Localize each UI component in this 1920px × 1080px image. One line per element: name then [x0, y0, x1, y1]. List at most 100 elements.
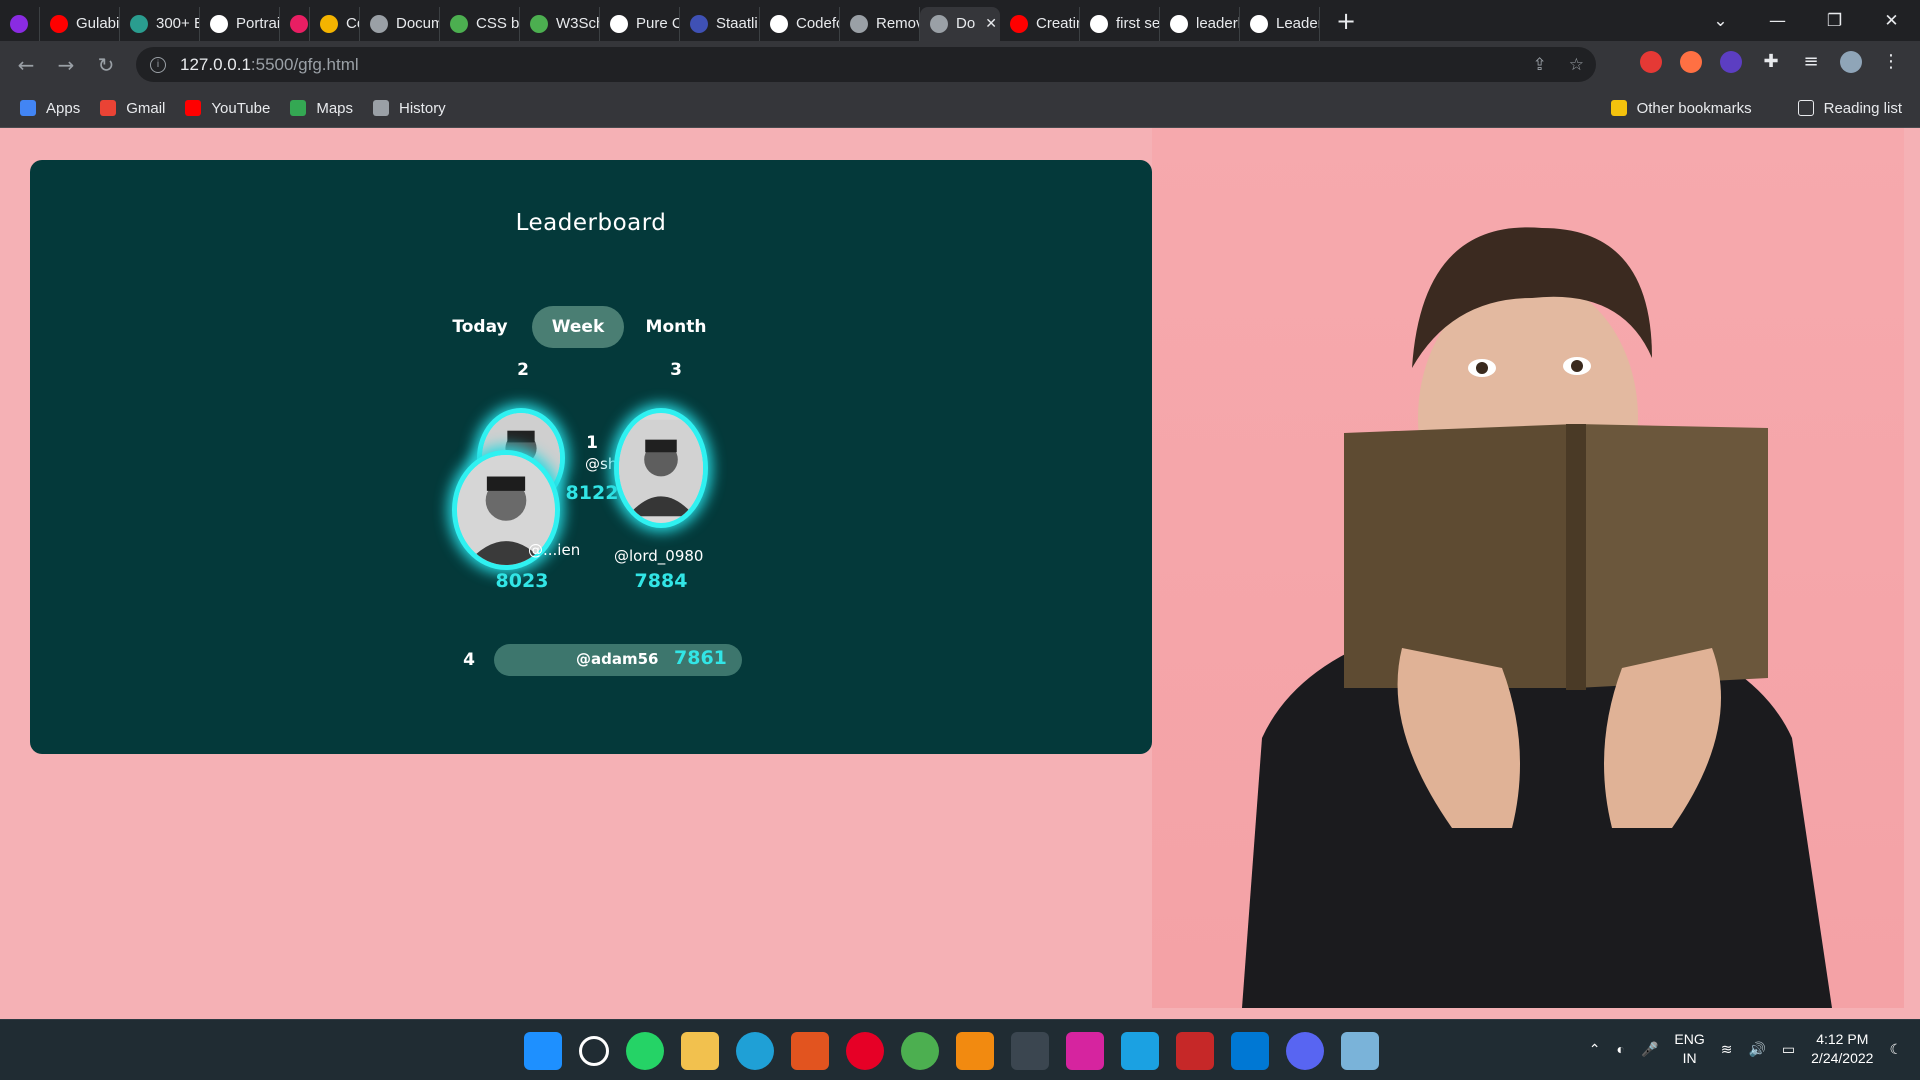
- microphone-icon[interactable]: 🎤: [1641, 1041, 1658, 1058]
- browser-tab[interactable]: Creatin: [1000, 6, 1080, 41]
- reload-icon[interactable]: ↻: [86, 53, 126, 77]
- history-icon: [373, 100, 390, 116]
- browser-tab[interactable]: Leader: [1240, 6, 1320, 41]
- reading-list[interactable]: Reading list: [1797, 100, 1902, 117]
- office-icon[interactable]: [791, 1032, 829, 1070]
- network-icon[interactable]: ◐: [1616, 1041, 1624, 1057]
- profile-avatar[interactable]: [1840, 51, 1862, 73]
- tab-favicon-icon: [320, 14, 338, 33]
- discord-icon[interactable]: [1286, 1032, 1324, 1070]
- tab-label: 300+ E: [156, 15, 200, 32]
- browser-tab[interactable]: [280, 6, 310, 41]
- clock[interactable]: 4:12 PM 2/24/2022: [1811, 1030, 1873, 1068]
- bookmark-apps[interactable]: Apps: [20, 100, 80, 117]
- battery-icon[interactable]: ▭: [1782, 1041, 1795, 1058]
- bookmarks-bar: Apps Gmail YouTube Maps History Other bookma…: [0, 89, 1920, 128]
- bookmark-history[interactable]: History: [373, 100, 446, 117]
- vlc-icon[interactable]: [956, 1032, 994, 1070]
- tab-label: Codefc: [796, 15, 840, 32]
- rank-4-score: 7861: [674, 647, 727, 669]
- bookmark-star-icon[interactable]: ☆: [1569, 55, 1584, 75]
- new-tab-button[interactable]: +: [1328, 7, 1364, 35]
- chrome-icon[interactable]: [1011, 1032, 1049, 1070]
- tab-search-icon[interactable]: ⌄: [1692, 11, 1749, 31]
- tab-week[interactable]: Week: [532, 306, 624, 348]
- tab-favicon-icon: [130, 14, 148, 33]
- tab-label: Docum: [396, 15, 440, 32]
- browser-tab[interactable]: Co: [310, 6, 360, 41]
- edge-icon[interactable]: [736, 1032, 774, 1070]
- tab-favicon-icon: [530, 14, 548, 33]
- browser-tab[interactable]: Staatli: [680, 6, 760, 41]
- windows-taskbar: ⌃ ◐ 🎤 ENG IN ≋ 🔊 ▭ 4:12 PM 2/24/2022 ☾: [0, 1019, 1920, 1080]
- tab-label: W3Sch: [556, 15, 600, 32]
- browser-tab[interactable]: Remov: [840, 6, 920, 41]
- tab-favicon-icon: [50, 14, 68, 33]
- puzzle-icon[interactable]: ✚: [1760, 51, 1782, 73]
- extension-icon[interactable]: [1720, 51, 1742, 73]
- search-icon[interactable]: [579, 1036, 609, 1066]
- wifi-icon[interactable]: ≋: [1721, 1041, 1733, 1058]
- rank-2-number: 2: [517, 360, 529, 380]
- volume-icon[interactable]: 🔊: [1748, 1041, 1765, 1058]
- browser-tab[interactable]: leaderl: [1160, 6, 1240, 41]
- tab-today[interactable]: Today: [434, 306, 526, 348]
- extension-icon[interactable]: [1640, 51, 1662, 73]
- browser-tab[interactable]: Portrai: [200, 6, 280, 41]
- bookmark-maps[interactable]: Maps: [290, 100, 353, 117]
- other-bookmarks[interactable]: Other bookmarks: [1610, 100, 1752, 117]
- mcafee-icon[interactable]: [1176, 1032, 1214, 1070]
- site-info-icon[interactable]: i: [150, 56, 166, 73]
- opera-icon[interactable]: [846, 1032, 884, 1070]
- tab-month[interactable]: Month: [630, 306, 722, 348]
- browser-tab[interactable]: first se: [1080, 6, 1160, 41]
- tab-label: CSS ba: [476, 15, 520, 32]
- app-window-icon[interactable]: [1341, 1032, 1379, 1070]
- close-window-button[interactable]: ✕: [1863, 11, 1920, 31]
- browser-tab[interactable]: [0, 6, 40, 41]
- media-control-icon[interactable]: ≡: [1800, 51, 1822, 73]
- browser-tab[interactable]: Gulabi: [40, 6, 120, 41]
- browser-tab[interactable]: Docum: [360, 6, 440, 41]
- close-tab-icon[interactable]: ✕: [985, 15, 997, 32]
- gmail-icon: [100, 100, 117, 116]
- instagram-icon[interactable]: [1066, 1032, 1104, 1070]
- forward-icon[interactable]: →: [46, 53, 86, 77]
- browser-tab[interactable]: Do ✕: [920, 6, 1000, 41]
- file-explorer-icon[interactable]: [681, 1032, 719, 1070]
- browser-tab[interactable]: Pure C: [600, 6, 680, 41]
- notification-icon[interactable]: ☾: [1889, 1041, 1902, 1058]
- apps-icon: [20, 100, 36, 116]
- back-icon[interactable]: ←: [6, 53, 46, 77]
- tab-favicon-icon: [1010, 14, 1028, 33]
- list-item[interactable]: @adam56 7861: [494, 644, 742, 676]
- address-bar[interactable]: i 127.0.0.1 :5500/gfg.html ⇪ ☆: [136, 47, 1596, 82]
- language-indicator[interactable]: ENG IN: [1674, 1030, 1704, 1068]
- folder-icon: [1610, 100, 1627, 116]
- extension-icon[interactable]: [1680, 51, 1702, 73]
- chevron-up-icon[interactable]: ⌃: [1589, 1041, 1601, 1058]
- windows-start-icon[interactable]: [524, 1032, 562, 1070]
- browser-tab[interactable]: 300+ E: [120, 6, 200, 41]
- browser-tab[interactable]: W3Sch: [520, 6, 600, 41]
- utorrent-icon[interactable]: [901, 1032, 939, 1070]
- browser-tab[interactable]: Codefc: [760, 6, 840, 41]
- rank-1-number: 1: [586, 433, 598, 453]
- tab-label: Remov: [876, 15, 920, 32]
- whatsapp-icon[interactable]: [626, 1032, 664, 1070]
- menu-icon[interactable]: ⋮: [1880, 51, 1902, 73]
- share-icon[interactable]: ⇪: [1533, 55, 1547, 75]
- avatar-rank-3[interactable]: [614, 408, 708, 528]
- restore-button[interactable]: ❐: [1806, 11, 1863, 31]
- bookmark-youtube[interactable]: YouTube: [185, 100, 270, 117]
- app-l-icon[interactable]: [1121, 1032, 1159, 1070]
- bookmark-gmail[interactable]: Gmail: [100, 100, 165, 117]
- url-host: 127.0.0.1: [180, 54, 251, 74]
- browser-tab[interactable]: CSS ba: [440, 6, 520, 41]
- tab-favicon-icon: [1170, 14, 1188, 33]
- person-reading-book-illustration: [1242, 227, 1832, 1008]
- vscode-icon[interactable]: [1231, 1032, 1269, 1070]
- rank-3-score: 7884: [634, 570, 688, 592]
- rank-4-number: 4: [463, 650, 475, 670]
- minimize-button[interactable]: —: [1749, 11, 1806, 31]
